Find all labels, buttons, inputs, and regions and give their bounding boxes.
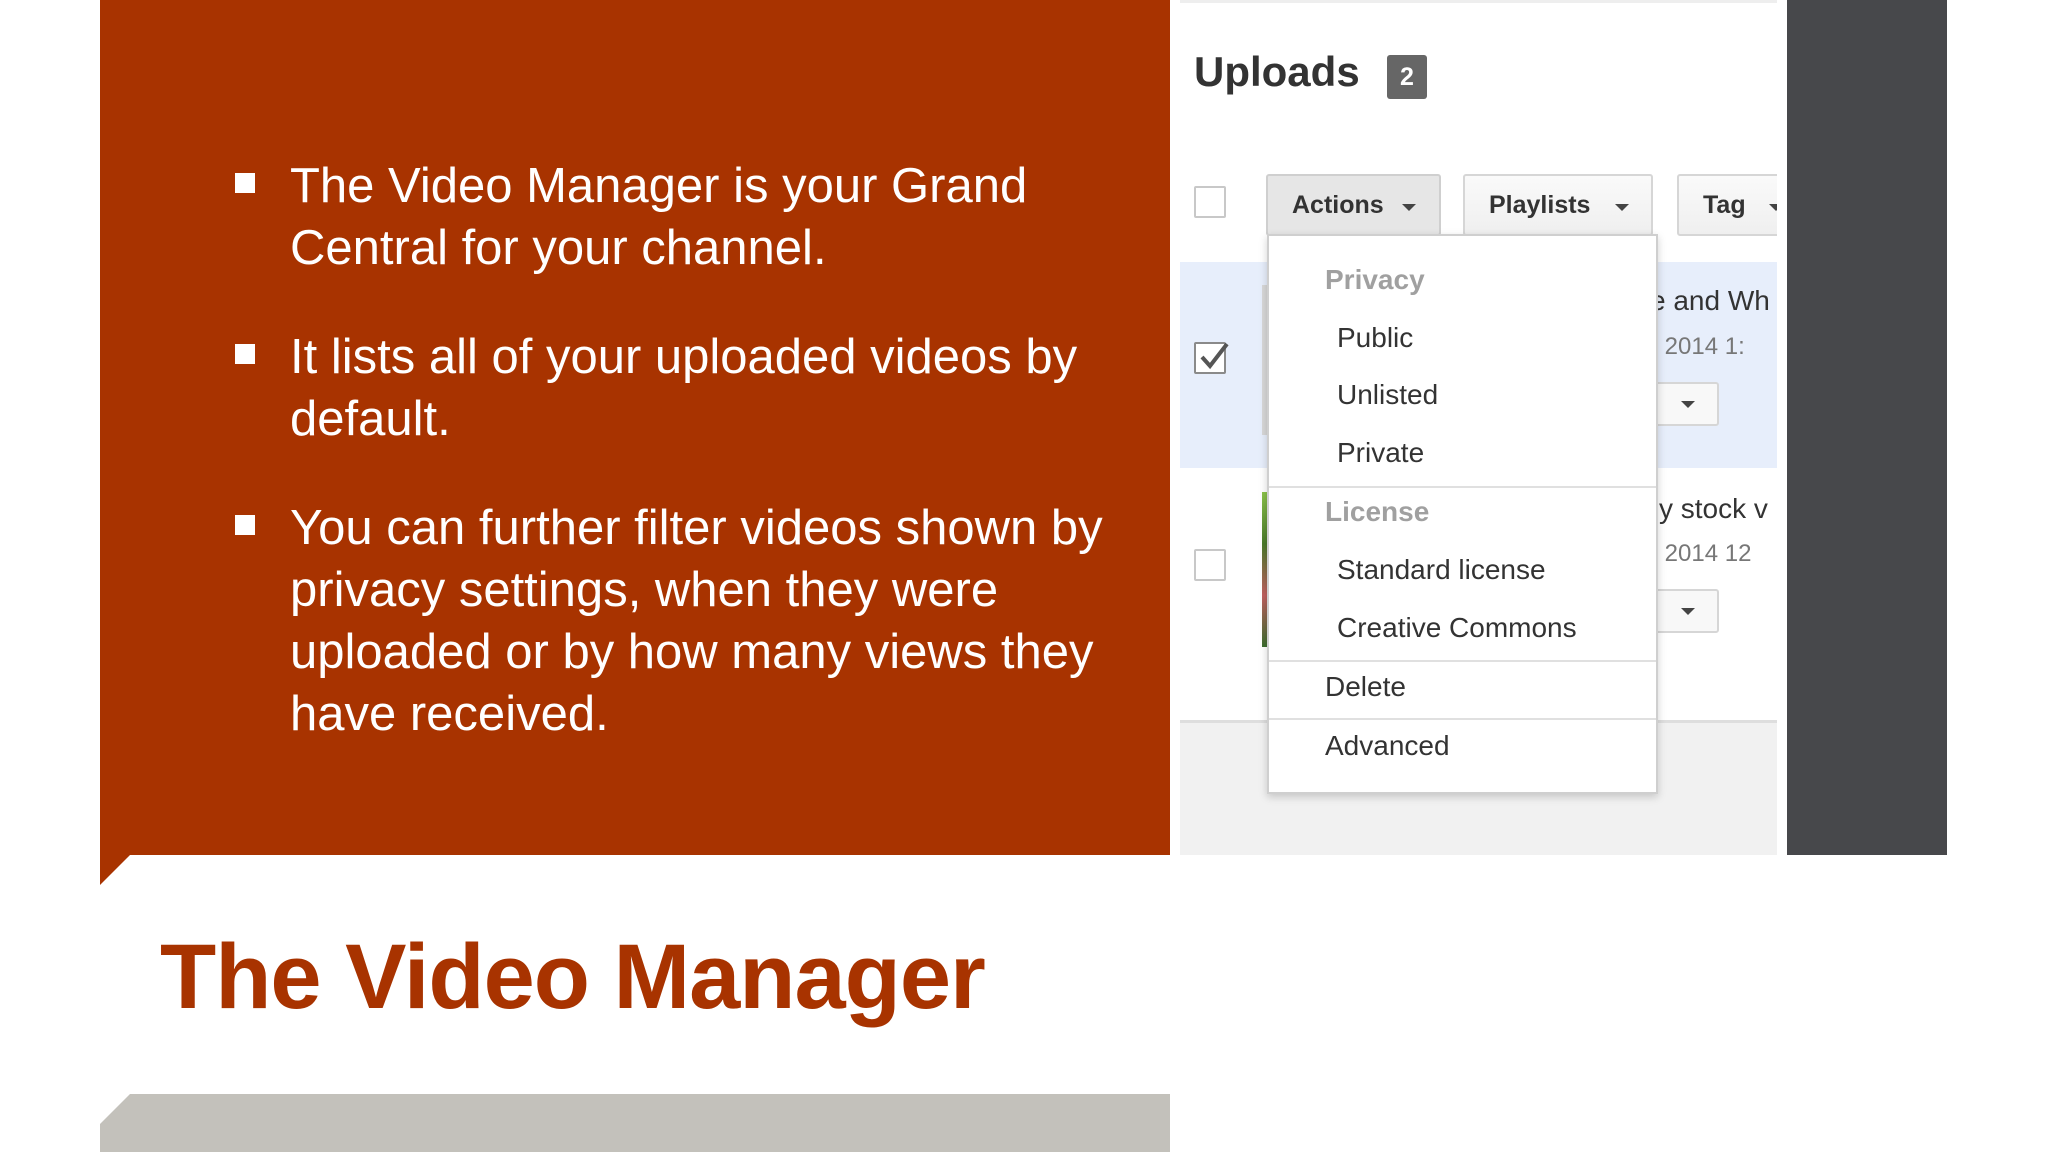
menu-item-private[interactable]: Private — [1337, 437, 1424, 469]
menu-item-advanced[interactable]: Advanced — [1325, 730, 1450, 762]
side-strip — [1787, 0, 1947, 855]
video-title[interactable]: fly stock v — [1645, 493, 1768, 525]
tag-button[interactable]: Tag — [1677, 174, 1777, 236]
bullet-list: The Video Manager is your Grand Central … — [190, 155, 1130, 792]
divider — [1180, 0, 1777, 3]
row-checkbox[interactable] — [1194, 342, 1229, 374]
bullet-text: It lists all of your uploaded videos by … — [290, 330, 1078, 446]
row-dropdown[interactable] — [1653, 589, 1719, 633]
bullet-item: It lists all of your uploaded videos by … — [190, 326, 1130, 450]
video-manager-screenshot: Uploads 2 Actions Playlists Tag e and Wh… — [1180, 0, 1777, 855]
actions-button-label: Actions — [1292, 191, 1384, 219]
bullet-item: The Video Manager is your Grand Central … — [190, 155, 1130, 279]
menu-header-privacy: Privacy — [1325, 264, 1425, 295]
menu-item-delete[interactable]: Delete — [1325, 671, 1406, 703]
uploads-title: Uploads — [1194, 48, 1360, 95]
caret-down-icon — [1615, 204, 1629, 211]
bullet-item: You can further filter videos shown by p… — [190, 497, 1130, 745]
square-bullet-icon — [235, 173, 255, 193]
menu-header-license: License — [1325, 496, 1430, 527]
square-bullet-icon — [235, 515, 255, 535]
bullet-text: You can further filter videos shown by p… — [290, 501, 1103, 741]
checkmark-icon — [1200, 342, 1229, 370]
footer-bar — [100, 1094, 1170, 1152]
video-title[interactable]: e and Wh — [1650, 285, 1770, 317]
uploads-count-badge: 2 — [1387, 55, 1427, 99]
menu-item-standard-license[interactable]: Standard license — [1337, 554, 1546, 586]
bullet-text: The Video Manager is your Grand Central … — [290, 159, 1028, 275]
playlists-button-label: Playlists — [1489, 191, 1591, 219]
select-all-checkbox[interactable] — [1194, 186, 1226, 218]
actions-button[interactable]: Actions — [1266, 174, 1441, 236]
caret-down-icon — [1402, 204, 1416, 211]
menu-item-creative-commons[interactable]: Creative Commons — [1337, 612, 1577, 644]
caret-down-icon — [1769, 204, 1777, 211]
tag-button-label: Tag — [1703, 191, 1746, 219]
caret-down-icon — [1681, 401, 1695, 408]
row-checkbox[interactable] — [1194, 549, 1226, 581]
caret-down-icon — [1681, 608, 1695, 615]
menu-divider — [1269, 660, 1656, 662]
menu-divider — [1269, 718, 1656, 720]
menu-item-unlisted[interactable]: Unlisted — [1337, 379, 1438, 411]
square-bullet-icon — [235, 344, 255, 364]
menu-divider — [1269, 486, 1656, 488]
playlists-button[interactable]: Playlists — [1463, 174, 1653, 236]
actions-menu: Privacy Public Unlisted Private License … — [1267, 234, 1658, 794]
slide: The Video Manager is your Grand Central … — [0, 0, 2048, 1152]
row-dropdown[interactable] — [1653, 382, 1719, 426]
slide-title: The Video Manager — [160, 926, 986, 1028]
menu-item-public[interactable]: Public — [1337, 322, 1413, 354]
